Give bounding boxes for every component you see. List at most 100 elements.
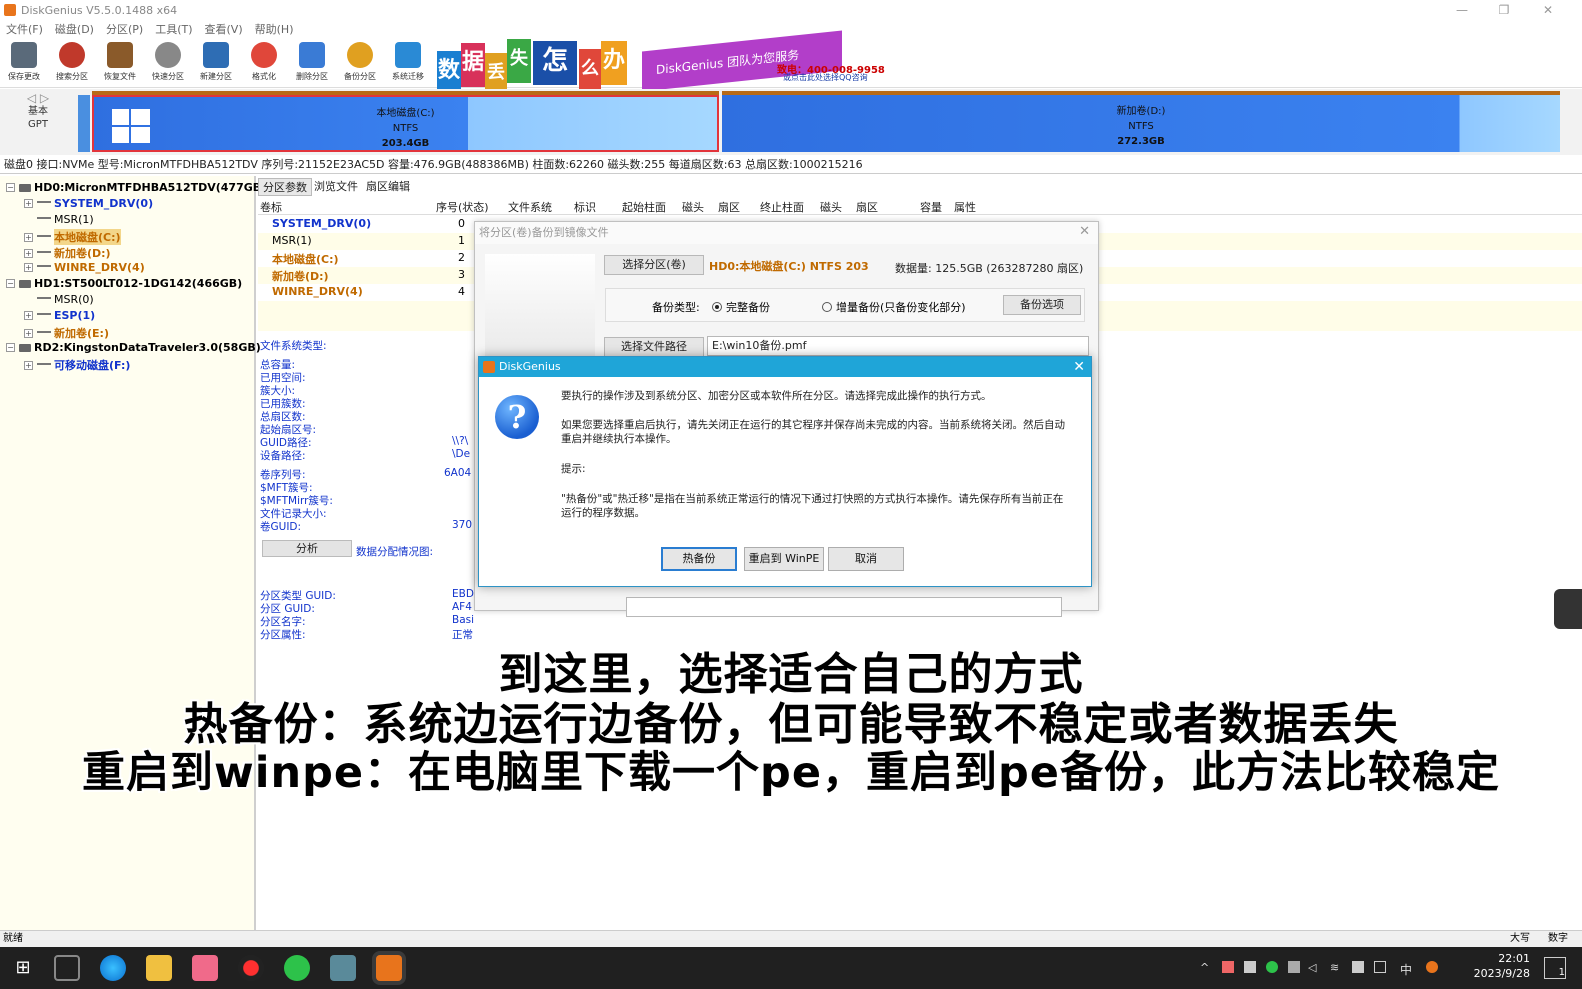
partition-icon (37, 362, 51, 368)
banner-tile: 么 (579, 49, 601, 93)
tree-node-esp[interactable]: + ESP(1) (24, 309, 95, 322)
col-capacity[interactable]: 容量 (920, 199, 942, 215)
col-attr[interactable]: 属性 (954, 199, 976, 215)
backup-icon (347, 42, 373, 68)
save-changes-button[interactable]: 保存更改 (0, 40, 48, 86)
notification-icon[interactable]: 1 (1544, 957, 1566, 979)
system-migrate-button[interactable]: 系统迁移 (384, 40, 432, 86)
start-icon[interactable]: ⊞ (10, 955, 36, 981)
menu-view[interactable]: 查看(V) (205, 21, 243, 37)
col-head[interactable]: 磁头 (682, 199, 704, 215)
col-label[interactable]: 卷标 (260, 199, 282, 215)
banner-qq-link[interactable]: 或点击此处选择QQ咨询 (783, 72, 868, 83)
clock[interactable]: 22:01 2023/9/28 (1474, 951, 1530, 981)
select-file-path-button[interactable]: 选择文件路径 (604, 337, 704, 357)
wifi-icon[interactable]: ≋ (1330, 961, 1342, 974)
tray-app-icon[interactable] (1288, 961, 1300, 973)
diskgenius-taskbar-icon[interactable] (376, 955, 402, 981)
tree-node-msr[interactable]: MSR(1) (37, 213, 94, 226)
tray-app-icon[interactable] (1426, 961, 1438, 973)
close-button[interactable]: ✕ (1528, 0, 1568, 20)
file-path-input[interactable]: E:\win10备份.pmf (707, 336, 1089, 356)
taskbar: ⊞ ^ ◁ ≋ 中 22:01 2023/9/28 1 (0, 947, 1582, 989)
minimize-button[interactable]: — (1442, 0, 1482, 20)
analyze-button[interactable]: 分析 (262, 540, 352, 557)
keyboard-icon[interactable] (1374, 961, 1386, 973)
data-size-text: 数据量: 125.5GB (263287280 扇区) (895, 262, 1084, 275)
backup-partition-button[interactable]: 备份分区 (336, 40, 384, 86)
tree-node-e[interactable]: + 新加卷(E:) (24, 325, 109, 341)
ime-indicator[interactable]: 中 (1400, 961, 1412, 977)
caps-indicator: 大写 (1510, 933, 1530, 944)
hot-backup-button[interactable]: 热备份 (661, 547, 737, 571)
partition-d-block[interactable]: 新加卷(D:) NTFS 272.3GB (722, 95, 1560, 152)
subtitle-line-3: 重启到winpe：在电脑里下载一个pe，重启到pe备份，此方法比较稳定 (82, 748, 1500, 798)
new-partition-button[interactable]: 新建分区 (192, 40, 240, 86)
partition-icon (37, 297, 51, 302)
record-icon[interactable] (238, 955, 264, 981)
wechat-icon[interactable] (284, 955, 310, 981)
menu-tools[interactable]: 工具(T) (155, 21, 192, 37)
cancel-button[interactable]: 取消 (828, 547, 904, 571)
edge-icon[interactable] (100, 955, 126, 981)
tray-app-icon[interactable] (1244, 961, 1256, 973)
backup-options-button[interactable]: 备份选项 (1003, 295, 1081, 315)
col-index[interactable]: 序号(状态) (436, 199, 489, 215)
col-sector[interactable]: 扇区 (718, 199, 740, 215)
disk-icon (19, 183, 31, 192)
info-label: 卷GUID: (260, 521, 302, 533)
system-partition-bar[interactable] (78, 95, 90, 152)
recover-files-button[interactable]: 恢复文件 (96, 40, 144, 86)
tray-chevron-icon[interactable]: ^ (1200, 961, 1212, 974)
format-button[interactable]: 格式化 (240, 40, 288, 86)
quick-partition-button[interactable]: 快速分区 (144, 40, 192, 86)
tree-node-system-drv[interactable]: + SYSTEM_DRV(0) (24, 197, 153, 210)
partition-c-block[interactable]: 本地磁盘(C:) NTFS 203.4GB (92, 95, 719, 152)
tree-node-rd2[interactable]: − RD2:KingstonDataTraveler3.0(58GB) (6, 341, 261, 354)
tab-browse-files[interactable]: 浏览文件 (310, 178, 362, 196)
menu-disk[interactable]: 磁盘(D) (55, 21, 94, 37)
reboot-winpe-button[interactable]: 重启到 WinPE (744, 547, 824, 571)
task-view-icon[interactable] (54, 955, 80, 981)
side-tool-button[interactable] (1554, 589, 1582, 629)
tab-sector-edit[interactable]: 扇区编辑 (362, 178, 414, 196)
tree-node-f[interactable]: + 可移动磁盘(F:) (24, 357, 130, 373)
support-banner[interactable]: 数 据 丢 失 怎 么 办 DiskGenius 团队为您服务 致电：400-0… (437, 30, 887, 97)
col-fs[interactable]: 文件系统 (508, 199, 552, 215)
select-partition-button[interactable]: 选择分区(卷) (604, 255, 704, 275)
tree-node-c[interactable]: + 本地磁盘(C:) (24, 229, 121, 245)
menu-partition[interactable]: 分区(P) (106, 21, 143, 37)
file-explorer-icon[interactable] (146, 955, 172, 981)
tray-app-icon[interactable] (1222, 961, 1234, 973)
full-backup-radio[interactable]: 完整备份 (712, 299, 770, 315)
menu-help[interactable]: 帮助(H) (255, 21, 294, 37)
app-icon[interactable] (330, 955, 356, 981)
tree-node-hd1[interactable]: − HD1:ST500LT012-1DG142(466GB) (6, 277, 242, 290)
incremental-backup-radio[interactable]: 增量备份(只备份变化部分) (822, 299, 966, 315)
tree-node-msr0[interactable]: MSR(0) (37, 293, 94, 306)
modal-close-icon[interactable]: ✕ (1073, 357, 1085, 377)
search-partition-button[interactable]: 搜索分区 (48, 40, 96, 86)
tab-partition-params[interactable]: 分区参数 (258, 178, 312, 196)
app-icon[interactable] (192, 955, 218, 981)
tree-node-d[interactable]: + 新加卷(D:) (24, 245, 111, 261)
tray-wechat-icon[interactable] (1266, 961, 1278, 973)
col-sector2[interactable]: 扇区 (856, 199, 878, 215)
col-end-cyl[interactable]: 终止柱面 (760, 199, 804, 215)
tree-node-hd0[interactable]: − HD0:MicronMTFDHBA512TDV(477GB) (6, 181, 266, 194)
modal-hint-label: 提示: (561, 463, 586, 475)
col-start-cyl[interactable]: 起始柱面 (622, 199, 666, 215)
col-id[interactable]: 标识 (574, 199, 596, 215)
delete-partition-button[interactable]: 删除分区 (288, 40, 336, 86)
modal-message-2: 如果您要选择重启后执行，请先关闭正在运行的其它程序并保存尚未完成的内容。当前系统… (561, 419, 1065, 445)
battery-icon[interactable] (1352, 961, 1364, 973)
tree-node-winre[interactable]: + WINRE_DRV(4) (24, 261, 145, 274)
disk-nav-arrows[interactable]: ◁ ▷ (18, 92, 58, 105)
menu-file[interactable]: 文件(F) (6, 21, 43, 37)
maximize-button[interactable]: ❐ (1484, 0, 1524, 20)
col-head2[interactable]: 磁头 (820, 199, 842, 215)
backup-dialog-close-icon[interactable]: ✕ (1079, 224, 1090, 239)
partition-c-size: 203.4GB (381, 138, 430, 149)
modal-title: DiskGenius (499, 360, 561, 373)
volume-icon[interactable]: ◁ (1308, 961, 1320, 974)
